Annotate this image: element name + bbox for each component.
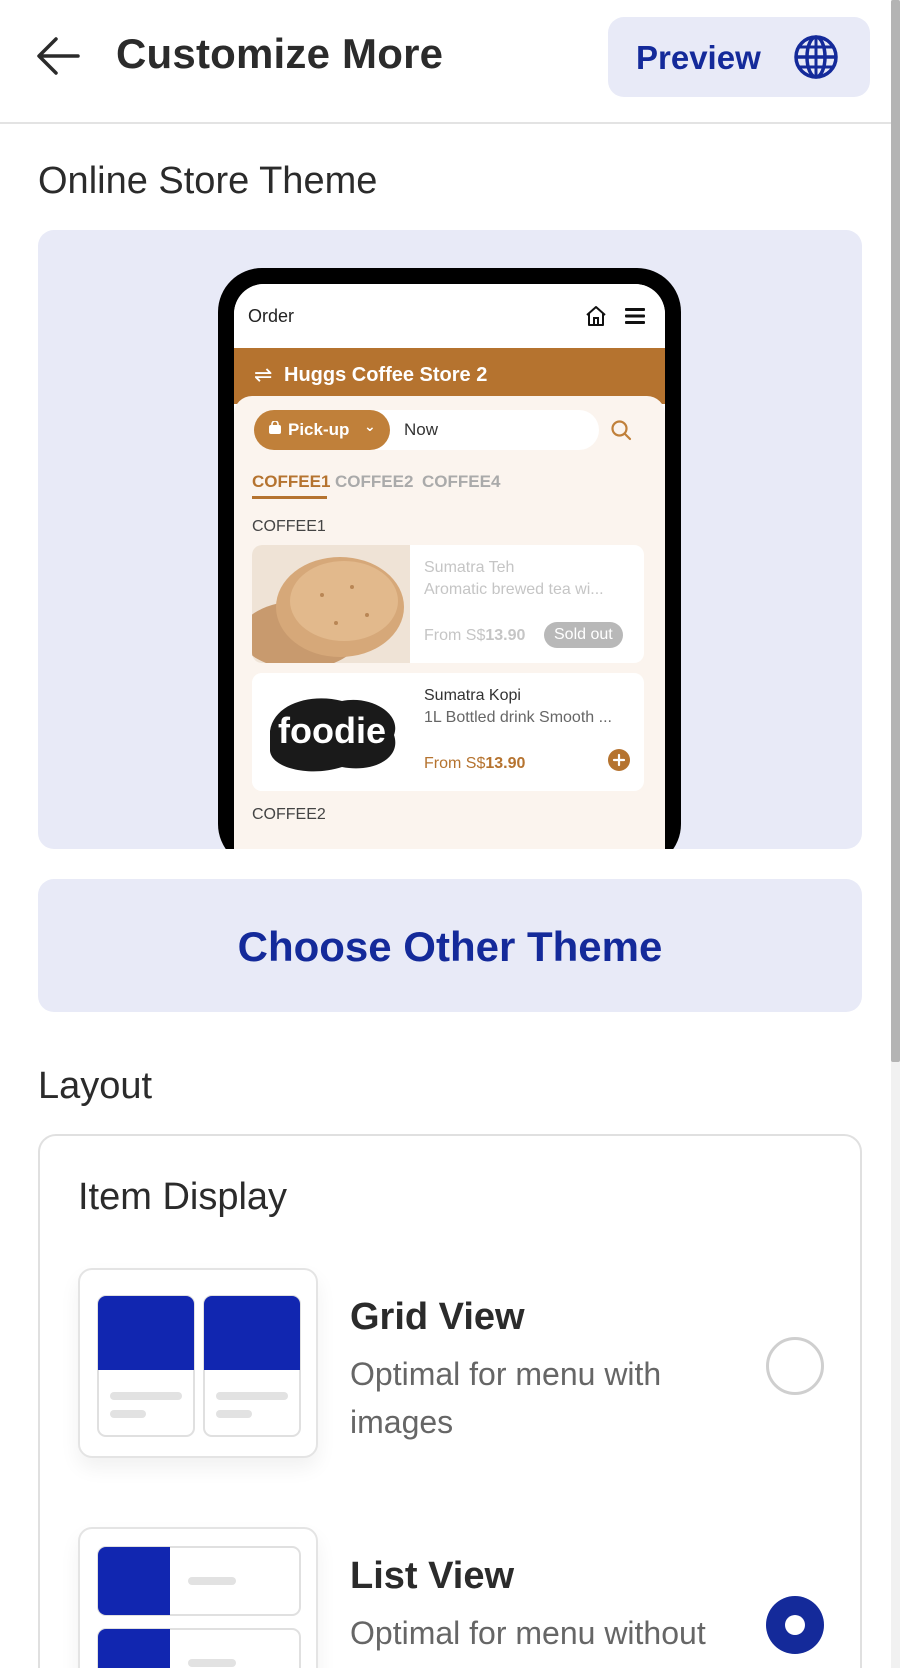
preview-item-desc: 1L Bottled drink Smooth ... bbox=[424, 709, 612, 726]
preview-order-bar: Pick-up ⌄ Now bbox=[254, 410, 599, 450]
grid-view-icon bbox=[97, 1295, 301, 1437]
list-view-title: List View bbox=[350, 1555, 515, 1597]
top-bar: Customize More Preview bbox=[0, 0, 891, 124]
price-prefix: From S$ bbox=[424, 627, 486, 644]
home-icon bbox=[586, 306, 606, 326]
arrow-left-icon bbox=[37, 37, 80, 75]
preview-item-name: Sumatra Kopi bbox=[424, 687, 521, 704]
swap-icon: ⇌ bbox=[254, 362, 273, 387]
price-value: 13.90 bbox=[485, 627, 526, 644]
item-display-card: Item Display Grid View Optimal for menu … bbox=[38, 1134, 862, 1668]
phone-mockup: Order ⇌ Huggs Coffee Store 2 Pick-up ⌄ N… bbox=[218, 268, 681, 849]
list-view-option[interactable]: List View Optimal for menu without image… bbox=[78, 1527, 838, 1668]
preview-label: Preview bbox=[636, 39, 761, 76]
page-title: Customize More bbox=[116, 30, 444, 77]
grid-view-option[interactable]: Grid View Optimal for menu with images bbox=[78, 1268, 838, 1468]
choose-other-theme-button[interactable]: Choose Other Theme bbox=[38, 879, 862, 1012]
preview-item-desc: Aromatic brewed tea wi... bbox=[424, 581, 604, 598]
choose-other-theme-label: Choose Other Theme bbox=[237, 923, 663, 970]
back-button[interactable] bbox=[34, 34, 82, 78]
price-value: 13.90 bbox=[485, 755, 526, 772]
sold-out-badge: Sold out bbox=[544, 622, 623, 648]
globe-icon bbox=[794, 35, 838, 79]
list-view-radio[interactable] bbox=[766, 1596, 824, 1654]
item-display-title: Item Display bbox=[78, 1176, 288, 1218]
list-view-icon bbox=[97, 1546, 301, 1668]
list-view-desc: Optimal for menu without images bbox=[350, 1615, 706, 1668]
phone-screen: Order ⇌ Huggs Coffee Store 2 Pick-up ⌄ N… bbox=[234, 284, 665, 849]
preview-pickup-label: Pick-up bbox=[288, 420, 350, 439]
scrollbar-thumb[interactable] bbox=[891, 0, 900, 1062]
add-circle-icon bbox=[608, 749, 630, 771]
search-icon bbox=[611, 420, 632, 441]
preview-item-name: Sumatra Teh bbox=[424, 559, 515, 576]
grid-view-thumbnail bbox=[78, 1268, 318, 1458]
preview-order-label: Order bbox=[248, 306, 295, 326]
theme-preview-card: Order ⇌ Huggs Coffee Store 2 Pick-up ⌄ N… bbox=[38, 230, 862, 849]
preview-pickup-pill: Pick-up ⌄ bbox=[254, 410, 390, 450]
preview-tab-coffee2: COFFEE2 bbox=[335, 472, 414, 491]
preview-tab-coffee4: COFFEE4 bbox=[422, 472, 501, 491]
preview-category-heading: COFFEE2 bbox=[252, 806, 326, 823]
preview-item-card: Sumatra Teh Aromatic brewed tea wi... Fr… bbox=[252, 545, 644, 663]
preview-store-name: Huggs Coffee Store 2 bbox=[284, 364, 488, 386]
preview-content: Pick-up ⌄ Now COFFEE1 COFFEE2 COFFEE4 CO… bbox=[234, 396, 665, 849]
chevron-down-icon: ⌄ bbox=[364, 418, 376, 434]
preview-item-card: foodie Sumatra Kopi 1L Bottled drink Smo… bbox=[252, 673, 644, 791]
foodie-logo-image: foodie bbox=[252, 673, 410, 791]
preview-button[interactable]: Preview bbox=[608, 17, 870, 97]
foodie-logo-text: foodie bbox=[278, 710, 386, 751]
preview-time-label: Now bbox=[404, 420, 439, 439]
section-title-theme: Online Store Theme bbox=[38, 160, 378, 202]
section-title-layout: Layout bbox=[38, 1065, 153, 1107]
grid-view-desc: Optimal for menu with images bbox=[350, 1356, 662, 1440]
preview-app-bar: Order bbox=[234, 284, 665, 348]
preview-item-price: From S$13.90 bbox=[424, 627, 525, 645]
price-prefix: From S$ bbox=[424, 755, 486, 772]
preview-category-heading: COFFEE1 bbox=[252, 518, 326, 535]
cookie-image bbox=[252, 545, 410, 663]
grid-view-title: Grid View bbox=[350, 1296, 525, 1338]
list-view-thumbnail bbox=[78, 1527, 318, 1668]
grid-view-radio[interactable] bbox=[766, 1337, 824, 1395]
active-tab-underline bbox=[252, 496, 327, 499]
hamburger-menu-icon bbox=[625, 308, 645, 324]
preview-tab-coffee1: COFFEE1 bbox=[252, 472, 331, 491]
preview-item-price: From S$13.90 bbox=[424, 755, 525, 773]
bag-icon bbox=[269, 421, 281, 434]
